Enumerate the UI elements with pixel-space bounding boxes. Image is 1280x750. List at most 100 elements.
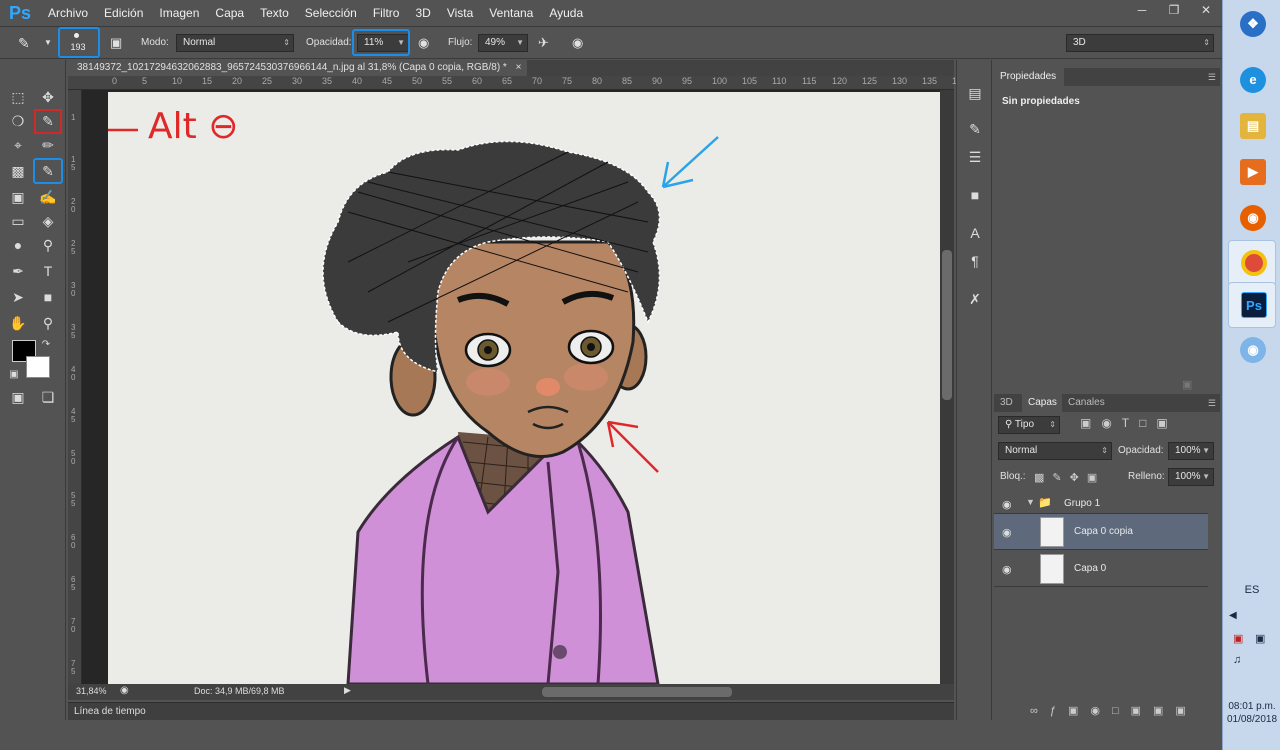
panel-menu-icon[interactable]: ☰ [1208,68,1216,86]
taskbar-media[interactable]: ▶ [1228,150,1276,196]
document-canvas[interactable]: Alt ⊖ [88,92,940,684]
menu-imagen[interactable]: Imagen [151,0,207,26]
menu-3d[interactable]: 3D [407,0,438,26]
eraser-tool-icon[interactable]: ▭ [6,210,30,232]
menu-seleccion[interactable]: Selección [297,0,365,26]
vertical-scrollbar[interactable] [940,90,954,684]
history-icon[interactable]: ▤ [963,82,987,104]
tab-3d[interactable]: 3D [994,394,1020,412]
preset-dropdown-arrow-icon[interactable]: ▼ [44,33,52,53]
tab-channels[interactable]: Canales [1062,394,1110,412]
menu-capa[interactable]: Capa [207,0,252,26]
brush-preset-icon[interactable]: ✎ [18,33,30,53]
volume-icon[interactable]: ♫ [1233,654,1241,666]
show-hidden-icons-arrow[interactable]: ◀ [1229,610,1237,621]
tab-layers[interactable]: Capas [1022,394,1062,412]
taskbar-paint[interactable]: ◉ [1228,328,1276,374]
chevron-down-icon[interactable]: ▼ [1202,469,1210,485]
eye-icon[interactable]: ◉ [1002,526,1012,539]
flow-input[interactable]: 49% ▼ [478,34,528,52]
canvas-area[interactable]: Alt ⊖ [82,90,940,684]
hand-tool-icon[interactable]: ✋ [6,312,30,334]
menu-archivo[interactable]: Archivo [40,0,96,26]
layer-group-row[interactable]: ◉ ▼ 📁 Grupo 1 [994,494,1208,514]
menu-vista[interactable]: Vista [439,0,481,26]
restore-button[interactable]: ❐ [1158,0,1190,20]
menu-ayuda[interactable]: Ayuda [541,0,591,26]
menu-ventana[interactable]: Ventana [481,0,541,26]
fill-input[interactable]: 100% ▼ [1168,468,1214,486]
taskbar-firefox[interactable]: ◉ [1228,196,1276,242]
mode-select[interactable]: Normal ⇕ [176,34,294,52]
layer-footer-icons[interactable]: ∞ƒ▣◉□▣▣▣ [1030,704,1198,717]
clone-stamp-tool-icon[interactable]: ▣ [6,186,30,208]
crop-tool-icon[interactable]: ⌖ [6,134,30,156]
doc-size[interactable]: Doc: 34,9 MB/69,8 MB [194,686,285,696]
menu-edicion[interactable]: Edición [96,0,151,26]
history-brush-tool-icon[interactable]: ✍ [36,186,60,208]
menu-texto[interactable]: Texto [252,0,297,26]
chevron-down-icon[interactable]: ▼ [1202,443,1210,459]
lasso-tool-icon[interactable]: ❍ [6,110,30,132]
eye-icon[interactable]: ◉ [1002,498,1012,511]
start-button[interactable]: ❖ [1228,2,1276,48]
status-menu-arrow-icon[interactable]: ▶ [344,685,351,696]
layer-row[interactable]: ◉ Capa 0 copia [994,514,1208,550]
layer-filter-select[interactable]: ⚲ Tipo ⇕ [998,416,1060,434]
system-clock[interactable]: 08:01 p.m. 01/08/2018 [1223,700,1280,726]
blend-mode-select[interactable]: Normal ⇕ [998,442,1112,460]
zoom-level[interactable]: 31,84% [76,686,107,696]
character-icon[interactable]: A [963,222,987,244]
tool-presets-icon[interactable]: ✗ [963,288,987,310]
horizontal-scroll-thumb[interactable] [542,687,732,697]
action-center-icon[interactable]: ▣ [1255,632,1265,645]
move-tool-icon[interactable]: ✥ [36,86,60,108]
adjustments-icon[interactable]: ☰ [963,146,987,168]
paint-bucket-tool-icon[interactable]: ◈ [36,210,60,232]
pressure-size-icon[interactable]: ◉ [572,33,583,53]
blur-tool-icon[interactable]: ● [6,234,30,256]
eye-icon[interactable]: ◉ [1002,563,1012,576]
default-colors-icon[interactable]: ▣ [2,364,26,386]
clone-source-icon[interactable]: ■ [963,184,987,206]
vertical-scroll-thumb[interactable] [942,250,952,400]
taskbar-explorer[interactable]: ▤ [1228,104,1276,150]
layer-opacity-input[interactable]: 100% ▼ [1168,442,1214,460]
minimize-button[interactable]: ─ [1126,0,1158,20]
background-color-swatch[interactable] [26,356,50,378]
chevron-down-icon[interactable]: ▼ [1026,497,1035,507]
healing-brush-tool-icon[interactable]: ▩ [6,160,30,182]
brush-panel-icon[interactable]: ▣ [110,33,122,53]
panel-menu-icon[interactable]: ☰ [1208,394,1216,412]
taskbar-ie[interactable]: e [1228,58,1276,104]
screen-mode-icon[interactable]: ❏ [36,386,60,408]
language-indicator[interactable]: ES [1223,584,1280,596]
layer-row[interactable]: ◉ Capa 0 [994,551,1208,587]
document-tab-close-button[interactable]: × [516,62,522,73]
document-tab[interactable]: 38149372_10217294632062883_9657245303769… [68,60,528,76]
tab-properties[interactable]: Propiedades [994,68,1064,86]
zoom-tool-icon[interactable]: ⚲ [36,312,60,334]
airbrush-icon[interactable]: ✈ [538,33,549,53]
chevron-down-icon[interactable]: ▼ [516,35,524,51]
taskbar-chrome[interactable] [1228,240,1276,286]
network-error-icon[interactable]: ▣ [1233,632,1243,645]
close-button[interactable]: ✕ [1190,0,1222,20]
pressure-opacity-icon[interactable]: ◉ [418,33,429,53]
swap-colors-icon[interactable]: ↷ [34,334,58,356]
share-icon[interactable]: ◉ [120,685,129,696]
trash-icon[interactable]: ▣ [1182,378,1192,391]
dodge-tool-icon[interactable]: ⚲ [36,234,60,256]
paragraph-icon[interactable]: ¶ [963,250,987,272]
layer-filter-icons[interactable]: ▣◉T□▣ [1080,416,1178,430]
brush-presets-icon[interactable]: ✎ [963,118,987,140]
path-selection-tool-icon[interactable]: ➤ [6,286,30,308]
menu-filtro[interactable]: Filtro [365,0,408,26]
rectangle-tool-icon[interactable]: ■ [36,286,60,308]
quick-mask-icon[interactable]: ▣ [6,386,30,408]
lock-icons[interactable]: ▩✎✥▣ [1034,471,1105,484]
type-tool-icon[interactable]: T [36,260,60,282]
taskbar-photoshop[interactable]: Ps [1228,282,1276,328]
marquee-tool-icon[interactable]: ⬚ [6,86,30,108]
timeline-panel[interactable]: Línea de tiempo [68,702,954,720]
